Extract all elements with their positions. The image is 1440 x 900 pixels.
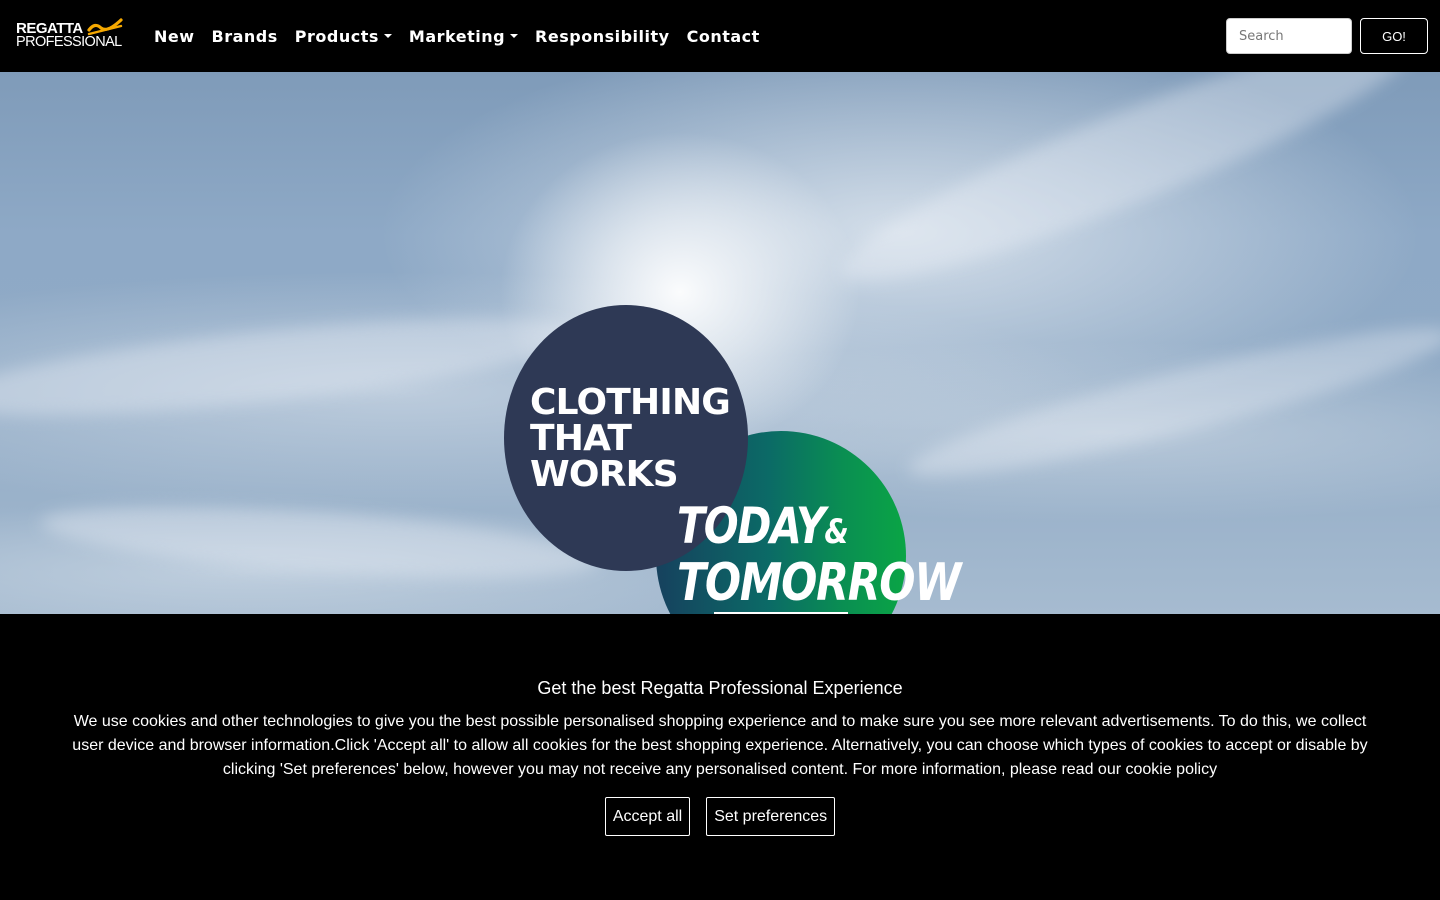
cookie-consent-banner: Get the best Regatta Professional Experi… (0, 614, 1440, 900)
nav-label-products: Products (294, 26, 379, 46)
cookie-button-group: Accept all Set preferences (0, 797, 1440, 836)
set-preferences-button[interactable]: Set preferences (706, 797, 836, 836)
nav-label-responsibility: Responsibility (535, 26, 670, 46)
top-navbar: REGATTA PROFESSIONAL New Brands Products… (0, 0, 1440, 72)
cloud-streak (825, 72, 1435, 315)
accept-all-button[interactable]: Accept all (604, 797, 691, 836)
cookie-title: Get the best Regatta Professional Experi… (537, 678, 903, 698)
set-preferences-label: Set preferences (714, 807, 828, 825)
nav-item-contact[interactable]: Contact (687, 27, 760, 46)
badge-today: TODAY (677, 497, 826, 555)
badge-text-clothing-that-works: CLOTHING THAT WORKS (530, 385, 740, 493)
chevron-down-icon (383, 34, 392, 38)
badge-line-2: THAT (530, 418, 632, 459)
clothing-that-works-badge: CLOTHING THAT WORKS TODAY& TOMORROW (504, 305, 961, 614)
nav-item-responsibility[interactable]: Responsibility (535, 27, 670, 46)
go-button-label: GO! (1382, 28, 1406, 44)
nav-label-marketing: Marketing (408, 26, 506, 46)
badge-text-today-tomorrow: TODAY& TOMORROW (677, 501, 961, 613)
search-go-button[interactable]: GO! (1360, 18, 1428, 54)
badge-line-1: CLOTHING (530, 382, 731, 423)
cookie-description: We use cookies and other technologies to… (72, 713, 1368, 778)
logo-swoosh-icon (87, 18, 123, 36)
badge-tomorrow: TOMORROW (677, 553, 961, 613)
nav-item-brands[interactable]: Brands (212, 27, 278, 46)
badge-ampersand: & (824, 512, 848, 552)
nav-item-new[interactable]: New (154, 27, 195, 46)
chevron-down-icon (510, 34, 519, 38)
search-input[interactable] (1226, 18, 1352, 54)
badge-line-3: WORKS (530, 454, 679, 495)
cloud-streak (901, 305, 1440, 499)
nav-item-marketing[interactable]: Marketing (408, 26, 519, 46)
accept-all-label: Accept all (612, 807, 683, 825)
logo-text-professional: PROFESSIONAL (16, 34, 122, 50)
nav-item-products[interactable]: Products (295, 27, 392, 46)
nav-label-brands: Brands (211, 26, 278, 46)
hero-banner: CLOTHING THAT WORKS TODAY& TOMORROW (0, 72, 1440, 614)
nav-label-contact: Contact (686, 26, 760, 46)
main-nav: New Brands Products Marketing Responsibi… (154, 0, 777, 72)
nav-label-new: New (154, 26, 195, 46)
regatta-professional-logo[interactable]: REGATTA PROFESSIONAL (16, 18, 124, 52)
cloud-streak (0, 298, 582, 436)
